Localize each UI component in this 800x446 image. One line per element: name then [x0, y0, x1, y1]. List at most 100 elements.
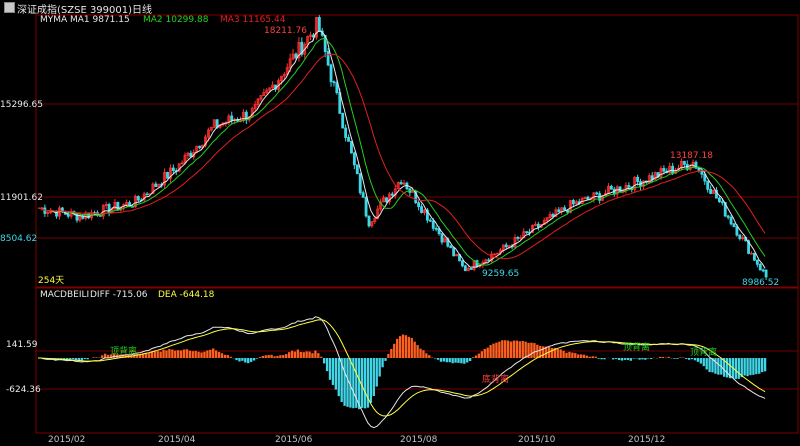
candle-body	[571, 200, 575, 205]
macd-legend-diff: DIFF -715.06	[90, 290, 148, 300]
candle-body	[399, 182, 403, 185]
candle-body	[551, 214, 555, 217]
time-tick-3: 2015/06	[275, 435, 313, 445]
candle-body	[729, 216, 733, 225]
annotation-high-2: 13187.18	[670, 151, 713, 161]
candle-body	[636, 176, 640, 182]
candle-body	[347, 137, 350, 142]
candle-body	[662, 168, 666, 172]
period-label: 254天	[38, 276, 64, 286]
candle-body	[355, 164, 359, 175]
candle-body	[428, 219, 432, 222]
candle-body	[682, 160, 686, 165]
candle-body	[198, 145, 202, 149]
candle-body	[350, 140, 353, 154]
candle-body	[335, 82, 339, 94]
annotation-low-1: 9259.65	[482, 269, 519, 279]
candle-body	[440, 233, 444, 243]
candle-body	[487, 259, 491, 262]
candle-body	[341, 112, 345, 129]
candle-body	[586, 196, 590, 200]
candle-body	[469, 267, 473, 270]
chart-title-bar: 深证成指(SZSE 399001)日线	[0, 0, 800, 16]
candle-body	[720, 201, 724, 204]
time-tick-2: 2015/04	[158, 435, 196, 445]
time-tick-5: 2015/10	[518, 435, 556, 445]
candle-body	[709, 188, 713, 194]
candle-body	[449, 245, 453, 249]
candle-body	[390, 193, 394, 196]
candle-body	[563, 207, 567, 211]
candle-body	[326, 51, 330, 66]
candle-body	[700, 170, 704, 175]
candle-body	[452, 247, 456, 257]
candle-body	[463, 265, 467, 272]
price-axis-label-mid: 11901.62	[0, 193, 43, 203]
price-axis-label-low: 8504.62	[0, 234, 37, 244]
candle-body	[329, 64, 333, 83]
candle-body	[154, 183, 158, 188]
candle-body	[66, 213, 70, 217]
candle-body	[352, 152, 356, 166]
macd-signal-3: 顶背离	[623, 341, 650, 353]
time-tick-1: 2015/02	[48, 435, 85, 445]
candle-body	[671, 165, 675, 174]
candle-body	[75, 212, 79, 221]
candle-body	[145, 193, 149, 196]
macd-signal-2: 底背离	[482, 373, 509, 385]
price-axis-label-top: 15296.65	[0, 100, 43, 110]
candle-body	[230, 115, 234, 121]
macd-axis-label-top: 141.59	[6, 340, 38, 350]
candle-body	[732, 223, 736, 228]
candle-body	[417, 202, 421, 208]
candle-body	[706, 180, 710, 190]
candle-body	[758, 263, 762, 271]
candle-body	[504, 244, 508, 248]
candle-body	[116, 202, 120, 211]
candle-body	[755, 259, 759, 265]
candle-body	[726, 215, 730, 218]
candle-body	[367, 215, 371, 227]
window-icon[interactable]	[4, 2, 15, 13]
candle-body	[627, 185, 631, 188]
macd-axis-label-bottom: -624.36	[6, 385, 41, 395]
ma-legend-myma: MYMA	[40, 15, 68, 25]
candle-body	[294, 53, 298, 59]
macd-legend-name: MACDBEILI	[40, 290, 89, 300]
annotation-low-2: 8986.52	[742, 278, 779, 288]
time-tick-6: 2015/12	[628, 435, 665, 445]
candle-body	[761, 269, 765, 272]
macd-signal-1: 顶背离	[110, 345, 137, 357]
ma-legend-ma2: MA2 10299.88	[143, 15, 209, 25]
chart-title: 深证成指(SZSE 399001)日线	[17, 5, 153, 16]
annotation-high-1: 18211.76	[264, 26, 307, 36]
candle-body	[434, 227, 438, 230]
candle-body	[525, 231, 529, 234]
candle-body	[460, 260, 464, 267]
candle-body	[420, 206, 423, 214]
candle-body	[317, 17, 321, 32]
candle-body	[358, 173, 362, 194]
time-tick-4: 2015/08	[400, 435, 438, 445]
ma-legend-ma1: MA1 9871.15	[70, 15, 130, 25]
candle-body	[753, 252, 756, 261]
stock-chart[interactable]: MYMA MA1 9871.15 MA2 10299.88 MA3 11165.…	[0, 0, 800, 446]
candle-body	[189, 152, 193, 158]
candle-body	[136, 195, 140, 201]
candle-body	[344, 127, 348, 138]
candle-body	[717, 197, 721, 203]
candle-body	[364, 196, 368, 217]
candle-body	[557, 209, 561, 213]
candle-body	[361, 192, 365, 198]
macd-legend-dea: DEA -644.18	[158, 290, 215, 300]
candle-body	[431, 220, 435, 229]
candle-body	[171, 167, 175, 172]
candle-body	[332, 81, 336, 84]
candle-body	[385, 197, 388, 203]
macd-signal-4: 顶背离	[690, 346, 717, 358]
candle-body	[738, 234, 742, 240]
candle-body	[595, 192, 599, 195]
candle-body	[166, 172, 169, 179]
candle-body	[609, 185, 613, 190]
candle-body	[735, 226, 739, 236]
